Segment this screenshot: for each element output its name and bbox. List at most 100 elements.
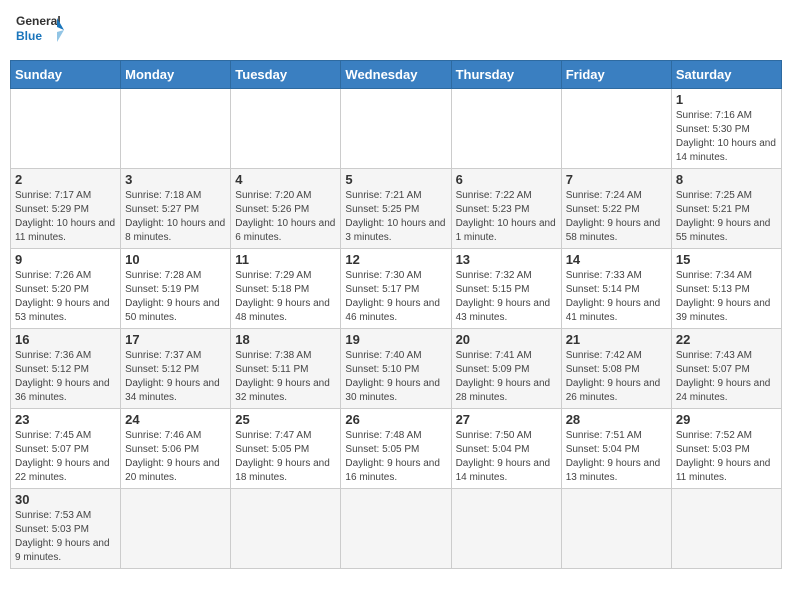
calendar-cell xyxy=(11,89,121,169)
calendar-cell: 7 Sunrise: 7:24 AMSunset: 5:22 PMDaylight… xyxy=(561,169,671,249)
day-info: Sunrise: 7:24 AMSunset: 5:22 PMDaylight:… xyxy=(566,189,667,245)
calendar-cell: 30Sunrise: 7:53 AMSunset: 5:03 PMDayligh… xyxy=(11,489,121,569)
calendar-cell: 29 Sunrise: 7:52 AMSunset: 5:03 PMDayligh… xyxy=(671,409,781,489)
day-info: Sunrise: 7:43 AMSunset: 5:07 PMDaylight:… xyxy=(676,349,777,405)
day-header-saturday: Saturday xyxy=(671,61,781,89)
calendar-cell: 15 Sunrise: 7:34 AMSunset: 5:13 PMDayligh… xyxy=(671,249,781,329)
day-number: 15 xyxy=(676,252,777,267)
day-info: Sunrise: 7:16 AMSunset: 5:30 PMDaylight:… xyxy=(676,109,777,165)
calendar-cell xyxy=(231,489,341,569)
day-info: Sunrise: 7:51 AMSunset: 5:04 PMDaylight:… xyxy=(566,429,667,485)
calendar-cell: 4 Sunrise: 7:20 AMSunset: 5:26 PMDaylight… xyxy=(231,169,341,249)
day-number: 1 xyxy=(676,92,777,107)
calendar-cell xyxy=(451,489,561,569)
calendar-cell xyxy=(341,489,451,569)
day-info: Sunrise: 7:40 AMSunset: 5:10 PMDaylight:… xyxy=(345,349,446,405)
day-info: Sunrise: 7:30 AMSunset: 5:17 PMDaylight:… xyxy=(345,269,446,325)
calendar-header: SundayMondayTuesdayWednesdayThursdayFrid… xyxy=(11,61,782,89)
day-number: 4 xyxy=(235,172,336,187)
day-number: 18 xyxy=(235,332,336,347)
calendar-cell xyxy=(341,89,451,169)
calendar-cell: 25 Sunrise: 7:47 AMSunset: 5:05 PMDayligh… xyxy=(231,409,341,489)
calendar-cell: 1 Sunrise: 7:16 AMSunset: 5:30 PMDaylight… xyxy=(671,89,781,169)
day-number: 28 xyxy=(566,412,667,427)
day-number: 9 xyxy=(15,252,116,267)
day-info: Sunrise: 7:37 AMSunset: 5:12 PMDaylight:… xyxy=(125,349,226,405)
day-info: Sunrise: 7:17 AMSunset: 5:29 PMDaylight:… xyxy=(15,189,116,245)
calendar-cell: 27 Sunrise: 7:50 AMSunset: 5:04 PMDayligh… xyxy=(451,409,561,489)
calendar-cell xyxy=(561,89,671,169)
generalblue-logo-icon: General Blue xyxy=(14,10,64,52)
day-info: Sunrise: 7:52 AMSunset: 5:03 PMDaylight:… xyxy=(676,429,777,485)
logo: General Blue xyxy=(14,10,64,52)
calendar-cell: 22Sunrise: 7:43 AMSunset: 5:07 PMDayligh… xyxy=(671,329,781,409)
day-info: Sunrise: 7:26 AMSunset: 5:20 PMDaylight:… xyxy=(15,269,116,325)
day-number: 25 xyxy=(235,412,336,427)
day-number: 14 xyxy=(566,252,667,267)
calendar-cell: 11Sunrise: 7:29 AMSunset: 5:18 PMDayligh… xyxy=(231,249,341,329)
calendar-cell: 8Sunrise: 7:25 AMSunset: 5:21 PMDaylight… xyxy=(671,169,781,249)
day-number: 19 xyxy=(345,332,446,347)
day-header-monday: Monday xyxy=(121,61,231,89)
calendar-cell: 28 Sunrise: 7:51 AMSunset: 5:04 PMDayligh… xyxy=(561,409,671,489)
day-number: 26 xyxy=(345,412,446,427)
calendar-cell: 16Sunrise: 7:36 AMSunset: 5:12 PMDayligh… xyxy=(11,329,121,409)
day-number: 10 xyxy=(125,252,226,267)
day-info: Sunrise: 7:34 AMSunset: 5:13 PMDaylight:… xyxy=(676,269,777,325)
day-info: Sunrise: 7:42 AMSunset: 5:08 PMDaylight:… xyxy=(566,349,667,405)
calendar-cell: 26 Sunrise: 7:48 AMSunset: 5:05 PMDayligh… xyxy=(341,409,451,489)
calendar-table: SundayMondayTuesdayWednesdayThursdayFrid… xyxy=(10,60,782,569)
calendar-cell xyxy=(121,89,231,169)
day-info: Sunrise: 7:20 AMSunset: 5:26 PMDaylight:… xyxy=(235,189,336,245)
day-info: Sunrise: 7:41 AMSunset: 5:09 PMDaylight:… xyxy=(456,349,557,405)
calendar-cell: 12 Sunrise: 7:30 AMSunset: 5:17 PMDayligh… xyxy=(341,249,451,329)
calendar-cell: 19 Sunrise: 7:40 AMSunset: 5:10 PMDayligh… xyxy=(341,329,451,409)
day-number: 20 xyxy=(456,332,557,347)
day-header-wednesday: Wednesday xyxy=(341,61,451,89)
calendar-cell: 23 Sunrise: 7:45 AMSunset: 5:07 PMDayligh… xyxy=(11,409,121,489)
day-number: 6 xyxy=(456,172,557,187)
day-number: 12 xyxy=(345,252,446,267)
calendar-cell: 9 Sunrise: 7:26 AMSunset: 5:20 PMDaylight… xyxy=(11,249,121,329)
day-info: Sunrise: 7:45 AMSunset: 5:07 PMDaylight:… xyxy=(15,429,116,485)
calendar-cell: 5Sunrise: 7:21 AMSunset: 5:25 PMDaylight… xyxy=(341,169,451,249)
day-number: 23 xyxy=(15,412,116,427)
calendar-cell: 18 Sunrise: 7:38 AMSunset: 5:11 PMDayligh… xyxy=(231,329,341,409)
day-number: 13 xyxy=(456,252,557,267)
calendar-cell xyxy=(671,489,781,569)
calendar-cell: 6 Sunrise: 7:22 AMSunset: 5:23 PMDaylight… xyxy=(451,169,561,249)
day-info: Sunrise: 7:29 AMSunset: 5:18 PMDaylight:… xyxy=(235,269,336,325)
day-info: Sunrise: 7:48 AMSunset: 5:05 PMDaylight:… xyxy=(345,429,446,485)
calendar-cell: 17 Sunrise: 7:37 AMSunset: 5:12 PMDayligh… xyxy=(121,329,231,409)
day-info: Sunrise: 7:46 AMSunset: 5:06 PMDaylight:… xyxy=(125,429,226,485)
day-info: Sunrise: 7:38 AMSunset: 5:11 PMDaylight:… xyxy=(235,349,336,405)
day-info: Sunrise: 7:18 AMSunset: 5:27 PMDaylight:… xyxy=(125,189,226,245)
day-number: 27 xyxy=(456,412,557,427)
day-number: 29 xyxy=(676,412,777,427)
day-header-friday: Friday xyxy=(561,61,671,89)
calendar-cell xyxy=(561,489,671,569)
calendar-cell: 21 Sunrise: 7:42 AMSunset: 5:08 PMDayligh… xyxy=(561,329,671,409)
day-info: Sunrise: 7:47 AMSunset: 5:05 PMDaylight:… xyxy=(235,429,336,485)
day-info: Sunrise: 7:36 AMSunset: 5:12 PMDaylight:… xyxy=(15,349,116,405)
day-number: 21 xyxy=(566,332,667,347)
day-number: 24 xyxy=(125,412,226,427)
day-info: Sunrise: 7:33 AMSunset: 5:14 PMDaylight:… xyxy=(566,269,667,325)
svg-text:Blue: Blue xyxy=(16,29,42,43)
calendar-cell: 14 Sunrise: 7:33 AMSunset: 5:14 PMDayligh… xyxy=(561,249,671,329)
day-info: Sunrise: 7:50 AMSunset: 5:04 PMDaylight:… xyxy=(456,429,557,485)
day-info: Sunrise: 7:21 AMSunset: 5:25 PMDaylight:… xyxy=(345,189,446,245)
day-number: 17 xyxy=(125,332,226,347)
calendar-cell xyxy=(231,89,341,169)
day-info: Sunrise: 7:28 AMSunset: 5:19 PMDaylight:… xyxy=(125,269,226,325)
calendar-cell xyxy=(451,89,561,169)
day-info: Sunrise: 7:53 AMSunset: 5:03 PMDaylight:… xyxy=(15,509,116,565)
day-info: Sunrise: 7:32 AMSunset: 5:15 PMDaylight:… xyxy=(456,269,557,325)
day-info: Sunrise: 7:22 AMSunset: 5:23 PMDaylight:… xyxy=(456,189,557,245)
day-header-tuesday: Tuesday xyxy=(231,61,341,89)
calendar-cell: 2Sunrise: 7:17 AMSunset: 5:29 PMDaylight… xyxy=(11,169,121,249)
calendar-cell: 13 Sunrise: 7:32 AMSunset: 5:15 PMDayligh… xyxy=(451,249,561,329)
day-info: Sunrise: 7:25 AMSunset: 5:21 PMDaylight:… xyxy=(676,189,777,245)
day-number: 7 xyxy=(566,172,667,187)
calendar-cell: 20 Sunrise: 7:41 AMSunset: 5:09 PMDayligh… xyxy=(451,329,561,409)
